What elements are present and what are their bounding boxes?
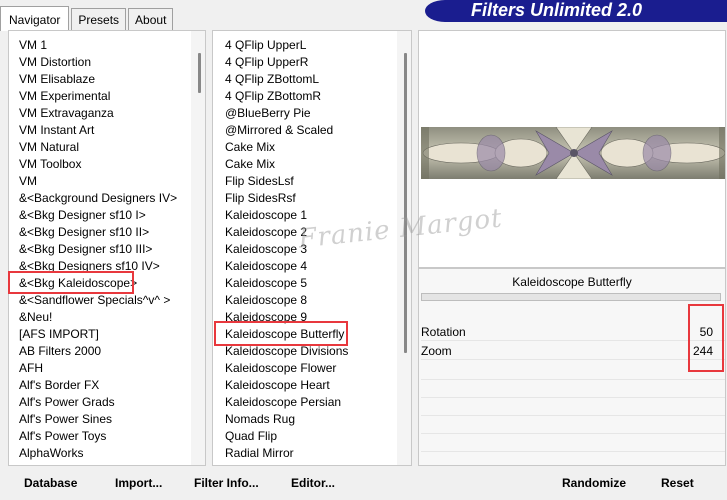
import-button[interactable]: Import...: [115, 476, 162, 490]
filter-item[interactable]: Flip SidesLsf: [213, 173, 411, 190]
filter-item[interactable]: Cake Mix: [213, 156, 411, 173]
param-divider: [421, 433, 725, 434]
filter-title: Kaleidoscope Butterfly: [512, 275, 632, 289]
progress-bar: [421, 293, 721, 301]
param-divider: [421, 397, 725, 398]
filter-item[interactable]: Radial Mirror: [213, 445, 411, 462]
database-button[interactable]: Database: [24, 476, 77, 490]
filter-item[interactable]: @Mirrored & Scaled: [213, 122, 411, 139]
tab-about[interactable]: About: [128, 8, 174, 30]
category-item[interactable]: VM 1: [9, 37, 205, 54]
category-item[interactable]: VM Elisablaze: [9, 71, 205, 88]
category-item[interactable]: VM Toolbox: [9, 156, 205, 173]
filter-item[interactable]: Kaleidoscope Flower: [213, 360, 411, 377]
param-row-zoom[interactable]: Zoom 244: [421, 342, 725, 360]
filter-item[interactable]: Flip SidesRsf: [213, 190, 411, 207]
category-item[interactable]: &<Bkg Designer sf10 II>: [9, 224, 205, 241]
filter-item[interactable]: Nomads Rug: [213, 411, 411, 428]
category-scroll-thumb[interactable]: [198, 53, 201, 93]
filter-info-button[interactable]: Filter Info...: [194, 476, 259, 490]
category-item[interactable]: Alf's Power Toys: [9, 428, 205, 445]
param-divider: [421, 451, 725, 452]
highlight-filter: [214, 321, 348, 346]
category-list-panel: VM 1 VM Distortion VM Elisablaze VM Experim…: [8, 30, 206, 466]
tab-bar: Navigator Presets About: [0, 6, 175, 31]
filter-item[interactable]: Quad Flip: [213, 428, 411, 445]
reset-button[interactable]: Reset: [661, 476, 694, 490]
param-divider: [421, 379, 725, 380]
category-item[interactable]: VM Instant Art: [9, 122, 205, 139]
category-item[interactable]: [AFS IMPORT]: [9, 326, 205, 343]
category-item[interactable]: &<Bkg Designer sf10 III>: [9, 241, 205, 258]
category-item[interactable]: AlphaWorks: [9, 445, 205, 462]
category-item[interactable]: Alf's Border FX: [9, 377, 205, 394]
category-item[interactable]: &<Background Designers IV>: [9, 190, 205, 207]
filter-item[interactable]: Kaleidoscope Heart: [213, 377, 411, 394]
editor-button[interactable]: Editor...: [291, 476, 335, 490]
category-list[interactable]: VM 1 VM Distortion VM Elisablaze VM Experim…: [9, 31, 205, 465]
filter-scroll-thumb[interactable]: [404, 53, 407, 353]
filter-item[interactable]: @BlueBerry Pie: [213, 105, 411, 122]
category-item[interactable]: VM: [9, 173, 205, 190]
filter-item[interactable]: Kaleidoscope 4: [213, 258, 411, 275]
parameter-panel: Kaleidoscope Butterfly Rotation 50 Zoom …: [418, 268, 726, 466]
filter-item[interactable]: Kaleidoscope Persian: [213, 394, 411, 411]
filter-item[interactable]: Kaleidoscope 5: [213, 275, 411, 292]
filter-item[interactable]: 4 QFlip UpperR: [213, 54, 411, 71]
param-divider: [421, 415, 725, 416]
highlight-params: [688, 304, 724, 372]
filter-item[interactable]: 4 QFlip ZBottomR: [213, 88, 411, 105]
category-item[interactable]: Alf's Power Sines: [9, 411, 205, 428]
highlight-category: [8, 271, 134, 294]
filter-scrollbar[interactable]: [397, 31, 411, 465]
category-item[interactable]: &Neu!: [9, 309, 205, 326]
category-item[interactable]: AFH: [9, 360, 205, 377]
category-item[interactable]: VM Extravaganza: [9, 105, 205, 122]
tab-navigator[interactable]: Navigator: [0, 6, 70, 31]
tab-presets[interactable]: Presets: [71, 8, 127, 30]
filter-item[interactable]: Kaleidoscope 8: [213, 292, 411, 309]
category-item[interactable]: &<Bkg Designer sf10 I>: [9, 207, 205, 224]
filter-item[interactable]: 4 QFlip UpperL: [213, 37, 411, 54]
category-item[interactable]: Alf's Power Grads: [9, 394, 205, 411]
category-item[interactable]: VM Distortion: [9, 54, 205, 71]
filter-item[interactable]: 4 QFlip ZBottomL: [213, 71, 411, 88]
button-bar: Database Import... Filter Info... Editor…: [0, 466, 727, 500]
category-item[interactable]: &<Sandflower Specials^v^ >: [9, 292, 205, 309]
param-label-zoom: Zoom: [421, 344, 452, 358]
category-item[interactable]: VM Natural: [9, 139, 205, 156]
category-item[interactable]: AB Filters 2000: [9, 343, 205, 360]
category-item[interactable]: VM Experimental: [9, 88, 205, 105]
brand-banner: Filters Unlimited 2.0: [425, 0, 727, 22]
filter-item[interactable]: Cake Mix: [213, 139, 411, 156]
param-row-rotation[interactable]: Rotation 50: [421, 323, 725, 341]
randomize-button[interactable]: Randomize: [562, 476, 626, 490]
preview-image: [421, 127, 725, 179]
category-scrollbar[interactable]: [191, 31, 205, 465]
param-label-rotation: Rotation: [421, 325, 466, 339]
